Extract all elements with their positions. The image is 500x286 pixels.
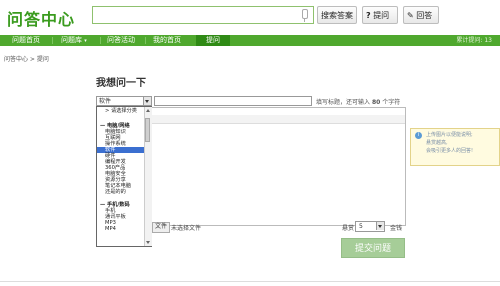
- file-status: 未选择文件: [171, 225, 202, 232]
- nav-item-library[interactable]: 问题库 ▾: [61, 35, 87, 46]
- ask-button[interactable]: ? 提问: [362, 6, 398, 24]
- dropdown-option[interactable]: 还是的的: [105, 189, 126, 195]
- ask-button-label: 提问: [373, 11, 390, 20]
- nav-item-library-label: 问题库: [61, 36, 82, 44]
- footer-divider: [0, 281, 500, 282]
- breadcrumb: 问答中心 > 提问: [4, 56, 49, 63]
- nav-divider: [100, 37, 101, 44]
- reward-select[interactable]: 5: [355, 221, 385, 232]
- nav-item-activities[interactable]: 问答活动: [107, 35, 135, 46]
- search-answers-button[interactable]: 搜索答案: [317, 6, 357, 24]
- chevron-down-icon[interactable]: [376, 222, 384, 230]
- page-title: 我想问一下: [96, 78, 146, 89]
- category-select[interactable]: 软件: [96, 96, 152, 106]
- scroll-up-icon[interactable]: [146, 109, 150, 112]
- tip-line-3: 会吸引更多人的回答!: [426, 148, 474, 154]
- scroll-down-icon[interactable]: [146, 241, 150, 244]
- nav-divider: [145, 37, 146, 44]
- dropdown-option[interactable]: MP4: [105, 226, 116, 232]
- title-hint-prefix: 填写标题，还可输入: [316, 99, 371, 106]
- chevron-down-icon: ▾: [84, 38, 87, 44]
- nav-item-ask[interactable]: 提问: [196, 35, 230, 46]
- info-icon: i: [415, 132, 422, 139]
- submit-question-button[interactable]: 提交问题: [341, 238, 405, 258]
- dropdown-option[interactable]: > 请选择分类: [105, 108, 137, 114]
- ask-count: 累计提问: 13: [456, 37, 492, 44]
- reward-select-value: 5: [359, 223, 363, 230]
- chevron-down-icon[interactable]: [143, 97, 151, 105]
- nav-divider: [52, 37, 53, 44]
- answer-button[interactable]: ✎ 回答: [403, 6, 439, 24]
- reward-label: 悬赏: [342, 225, 355, 232]
- title-hint-count: 80: [371, 99, 381, 106]
- scrollbar-thumb[interactable]: [145, 118, 150, 142]
- reward-unit: 金钱: [390, 225, 403, 232]
- category-select-value: 软件: [99, 98, 112, 105]
- answer-button-label: 回答: [416, 11, 433, 20]
- nav-item-home[interactable]: 问题首页: [12, 35, 40, 46]
- title-hint: 填写标题，还可输入 80 个字符: [316, 97, 400, 106]
- pencil-icon: ✎: [407, 11, 414, 20]
- microphone-icon[interactable]: [302, 9, 308, 22]
- question-icon: ?: [366, 11, 371, 20]
- site-logo[interactable]: 问答中心: [7, 6, 75, 30]
- nav-item-my-home[interactable]: 我的首页: [153, 35, 181, 46]
- tip-line-2: 悬赏越高,: [426, 140, 448, 146]
- search-input[interactable]: [92, 6, 314, 24]
- question-title-input[interactable]: [154, 96, 312, 106]
- title-hint-suffix: 个字符: [382, 99, 401, 106]
- choose-file-button[interactable]: 文件: [152, 222, 171, 233]
- tip-line-1: 上传图片以便能说明;: [426, 132, 473, 138]
